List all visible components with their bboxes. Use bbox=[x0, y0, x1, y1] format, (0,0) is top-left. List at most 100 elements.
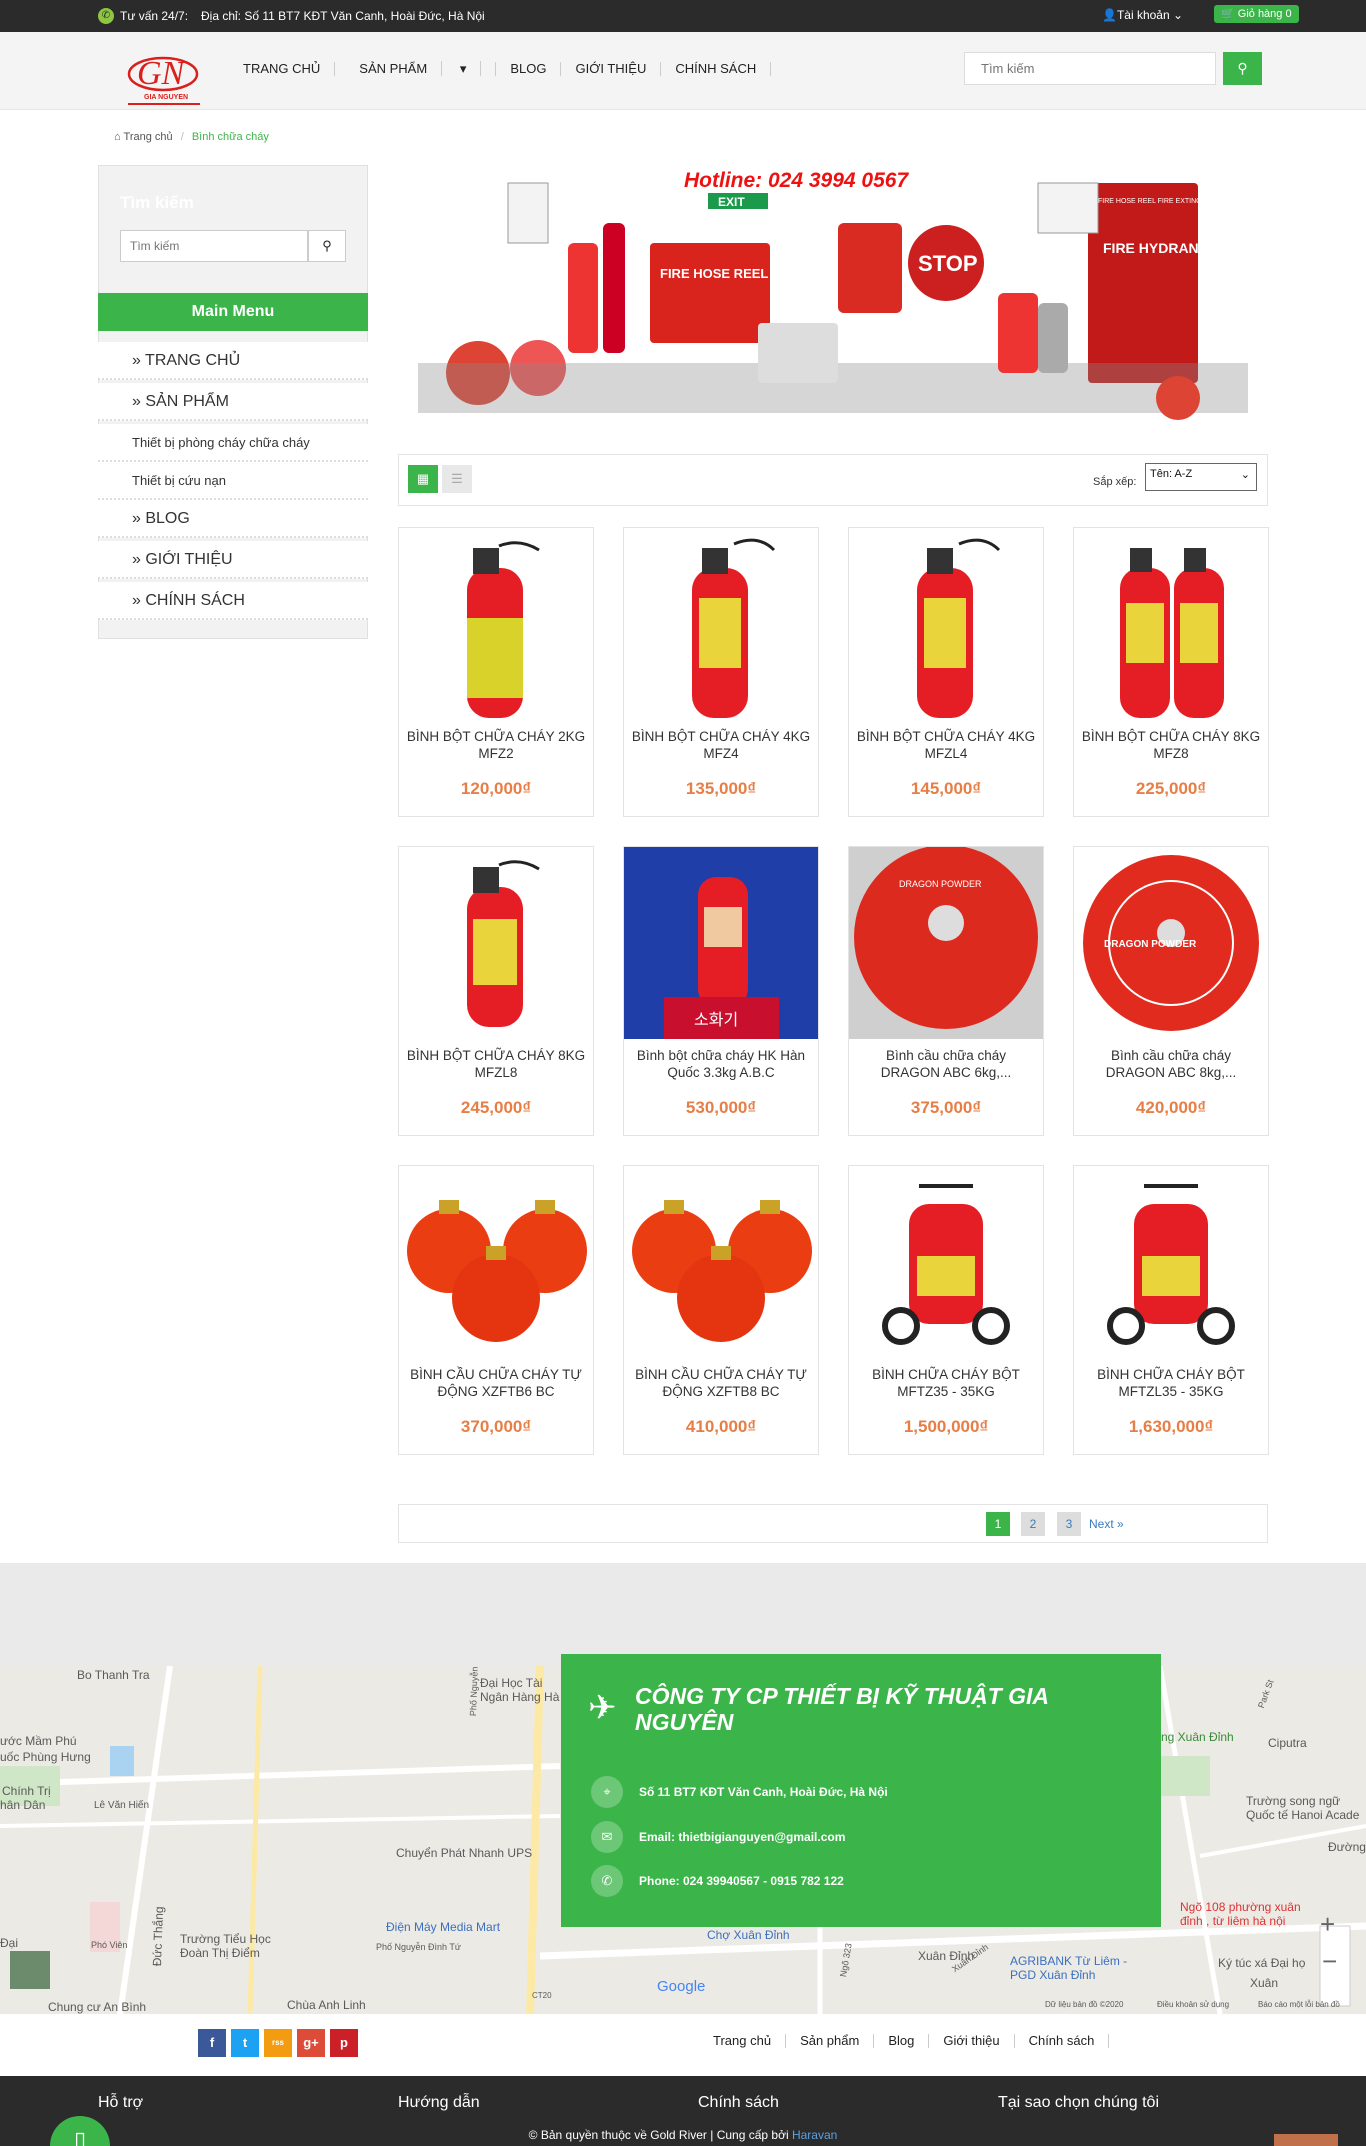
product-image[interactable] bbox=[399, 847, 593, 1039]
page-2[interactable]: 2 bbox=[1021, 1512, 1045, 1536]
product-card[interactable]: BÌNH CHỮA CHÁY BỘT MFTZL35 - 35KG 1,630,… bbox=[1073, 1165, 1269, 1455]
sidebar-item-blog[interactable]: » BLOG bbox=[98, 500, 368, 538]
map-label: Chùa Anh Linh bbox=[287, 1998, 366, 2012]
footer-nav-policy[interactable]: Chính sách bbox=[1015, 2034, 1110, 2048]
page-3[interactable]: 3 bbox=[1057, 1512, 1081, 1536]
cart-button[interactable]: 🛒 Giỏ hàng 0 bbox=[1214, 5, 1299, 23]
footer-nav-products[interactable]: Sản phẩm bbox=[786, 2034, 875, 2048]
map-label: Phố Nguyễn Đình Tứ bbox=[376, 1942, 461, 1952]
nav-policy[interactable]: CHÍNH SÁCH bbox=[661, 62, 772, 76]
hotline-label: Tư vấn 24/7: bbox=[120, 9, 189, 23]
product-image[interactable] bbox=[1074, 1166, 1268, 1358]
product-image[interactable] bbox=[624, 528, 818, 720]
next-page-link[interactable]: Next » bbox=[1089, 1517, 1124, 1531]
product-name[interactable]: Bình bột chữa cháy HK Hàn Quốc 3.3kg A.B… bbox=[630, 1047, 812, 1081]
company-phone[interactable]: Phone: 024 39940567 - 0915 782 122 bbox=[639, 1874, 844, 1888]
map-zoom-out[interactable]: − bbox=[1322, 1946, 1337, 1977]
product-name[interactable]: BÌNH BỘT CHỮA CHÁY 2KG MFZ2 bbox=[405, 728, 587, 762]
company-email[interactable]: Email: thietbigianguyen@gmail.com bbox=[639, 1830, 845, 1844]
email-icon: ✉ bbox=[591, 1821, 623, 1853]
list-view-button[interactable]: ☰ bbox=[442, 465, 472, 493]
header-search-button[interactable]: ⚲ bbox=[1223, 52, 1262, 85]
product-name[interactable]: BÌNH CHỮA CHÁY BỘT MFTZ35 - 35KG bbox=[855, 1366, 1037, 1400]
google-plus-icon[interactable]: g+ bbox=[297, 2029, 325, 2057]
product-image[interactable]: DRAGON POWDER bbox=[1074, 847, 1268, 1039]
map-label: Trường Tiểu Học Đoàn Thị Điểm bbox=[180, 1932, 271, 1960]
product-card[interactable]: BÌNH CẦU CHỮA CHÁY TỰ ĐỘNG XZFTB8 BC 410… bbox=[623, 1165, 819, 1455]
site-logo[interactable]: GN GIA NGUYEN bbox=[120, 44, 206, 108]
product-name[interactable]: BÌNH CẦU CHỮA CHÁY TỰ ĐỘNG XZFTB8 BC bbox=[630, 1366, 812, 1400]
map-terms-link[interactable]: Điều khoản sử dụng bbox=[1157, 2000, 1229, 2009]
footer-nav-blog[interactable]: Blog bbox=[874, 2034, 930, 2048]
product-name[interactable]: BÌNH BỘT CHỮA CHÁY 4KG MFZ4 bbox=[630, 728, 812, 762]
map-label: Chợ Xuân Đỉnh bbox=[707, 1928, 790, 1942]
product-name[interactable]: BÌNH BỘT CHỮA CHÁY 8KG MFZ8 bbox=[1080, 728, 1262, 762]
user-icon: 👤 bbox=[1102, 8, 1117, 22]
product-name[interactable]: Bình cầu chữa cháy DRAGON ABC 6kg,... bbox=[855, 1047, 1037, 1081]
nav-home[interactable]: TRANG CHỦ bbox=[233, 62, 336, 76]
nav-about[interactable]: GIỚI THIỆU bbox=[561, 62, 662, 76]
product-image[interactable] bbox=[1074, 528, 1268, 720]
list-icon: ☰ bbox=[451, 471, 463, 486]
product-card[interactable]: BÌNH BỘT CHỮA CHÁY 8KG MFZL8 245,000₫ bbox=[398, 846, 594, 1136]
sidebar-item-home[interactable]: » TRANG CHỦ bbox=[98, 342, 368, 380]
sidebar-item-rescue-equipment[interactable]: Thiết bị cứu nạn bbox=[98, 462, 368, 500]
sidebar-item-products[interactable]: » SẢN PHẨM bbox=[98, 383, 368, 421]
sidebar-search-button[interactable]: ⚲ bbox=[308, 230, 346, 262]
product-name[interactable]: BÌNH BỘT CHỮA CHÁY 8KG MFZL8 bbox=[405, 1047, 587, 1081]
pinterest-icon[interactable]: p bbox=[330, 2029, 358, 2057]
grid-icon: ▦ bbox=[416, 471, 430, 486]
footer-nav-home[interactable]: Trang chủ bbox=[699, 2034, 787, 2048]
map-report-link[interactable]: Báo cáo một lỗi bản đồ bbox=[1258, 2000, 1340, 2009]
product-price: 120,000₫ bbox=[460, 779, 532, 798]
product-card[interactable]: BÌNH CHỮA CHÁY BỘT MFTZ35 - 35KG 1,500,0… bbox=[848, 1165, 1044, 1455]
sort-label: Sắp xếp: bbox=[1093, 476, 1137, 488]
breadcrumb-home[interactable]: Trang chủ bbox=[124, 131, 173, 143]
product-image[interactable] bbox=[399, 528, 593, 720]
page-1[interactable]: 1 bbox=[986, 1512, 1010, 1536]
product-card[interactable]: DRAGON POWDER Bình cầu chữa cháy DRAGON … bbox=[1073, 846, 1269, 1136]
cart-icon: 🛒 bbox=[1221, 8, 1235, 20]
product-image[interactable] bbox=[399, 1166, 593, 1358]
location-icon: ⌖ bbox=[591, 1776, 623, 1808]
provider-link[interactable]: Haravan bbox=[792, 2128, 837, 2142]
product-card[interactable]: BÌNH BỘT CHỮA CHÁY 2KG MFZ2 120,000₫ bbox=[398, 527, 594, 817]
map-zoom-in[interactable]: + bbox=[1320, 1909, 1335, 1940]
product-image[interactable]: 소화기 bbox=[624, 847, 818, 1039]
product-image[interactable]: DRAGON POWDER bbox=[849, 847, 1043, 1039]
nav-blog[interactable]: BLOG bbox=[496, 62, 562, 76]
nav-products[interactable]: SẢN PHẨM ▾ bbox=[335, 61, 497, 76]
product-name[interactable]: BÌNH CHỮA CHÁY BỘT MFTZL35 - 35KG bbox=[1080, 1366, 1262, 1400]
map-label: AGRIBANK Từ Liêm - PGD Xuân Đỉnh bbox=[1010, 1954, 1128, 1982]
product-image[interactable] bbox=[624, 1166, 818, 1358]
map-label: Chuyển Phát Nhanh UPS bbox=[396, 1846, 533, 1860]
back-to-top-button[interactable] bbox=[1274, 2134, 1338, 2146]
twitter-icon[interactable]: t bbox=[231, 2029, 259, 2057]
product-card[interactable]: BÌNH CẦU CHỮA CHÁY TỰ ĐỘNG XZFTB6 BC 370… bbox=[398, 1165, 594, 1455]
product-name[interactable]: BÌNH BỘT CHỮA CHÁY 4KG MFZL4 bbox=[855, 728, 1037, 762]
product-name[interactable]: BÌNH CẦU CHỮA CHÁY TỰ ĐỘNG XZFTB6 BC bbox=[405, 1366, 587, 1400]
product-card[interactable]: BÌNH BỘT CHỮA CHÁY 4KG MFZL4 145,000₫ bbox=[848, 527, 1044, 817]
account-link[interactable]: 👤Tài khoản ⌄ bbox=[1102, 8, 1183, 22]
sidebar-item-about[interactable]: » GIỚI THIỆU bbox=[98, 541, 368, 579]
footer-heading-guide: Hướng dẫn bbox=[398, 2094, 480, 2111]
product-image[interactable] bbox=[849, 1166, 1043, 1358]
sidebar-search-input[interactable] bbox=[120, 230, 308, 262]
product-image[interactable] bbox=[849, 528, 1043, 720]
product-card[interactable]: DRAGON POWDER Bình cầu chữa cháy DRAGON … bbox=[848, 846, 1044, 1136]
sidebar-item-policy[interactable]: » CHÍNH SÁCH bbox=[98, 582, 368, 620]
product-price: 420,000₫ bbox=[1135, 1098, 1207, 1117]
product-card[interactable]: BÌNH BỘT CHỮA CHÁY 8KG MFZ8 225,000₫ bbox=[1073, 527, 1269, 817]
facebook-icon[interactable]: f bbox=[198, 2029, 226, 2057]
header-search-input[interactable] bbox=[964, 52, 1216, 85]
grid-view-button[interactable]: ▦ bbox=[408, 465, 438, 493]
footer-nav-about[interactable]: Giới thiệu bbox=[929, 2034, 1015, 2048]
product-card[interactable]: BÌNH BỘT CHỮA CHÁY 4KG MFZ4 135,000₫ bbox=[623, 527, 819, 817]
sidebar-item-fire-equipment[interactable]: Thiết bị phòng cháy chữa cháy bbox=[98, 424, 368, 462]
product-price: 225,000₫ bbox=[1135, 779, 1207, 798]
product-name[interactable]: Bình cầu chữa cháy DRAGON ABC 8kg,... bbox=[1080, 1047, 1262, 1081]
sort-select[interactable]: Tên: A-Z ⌄ bbox=[1145, 463, 1257, 491]
product-card[interactable]: 소화기 Bình bột chữa cháy HK Hàn Quốc 3.3kg… bbox=[623, 846, 819, 1136]
rss-icon[interactable]: rss bbox=[264, 2029, 292, 2057]
map-label: Bo Thanh Tra bbox=[77, 1668, 150, 1682]
